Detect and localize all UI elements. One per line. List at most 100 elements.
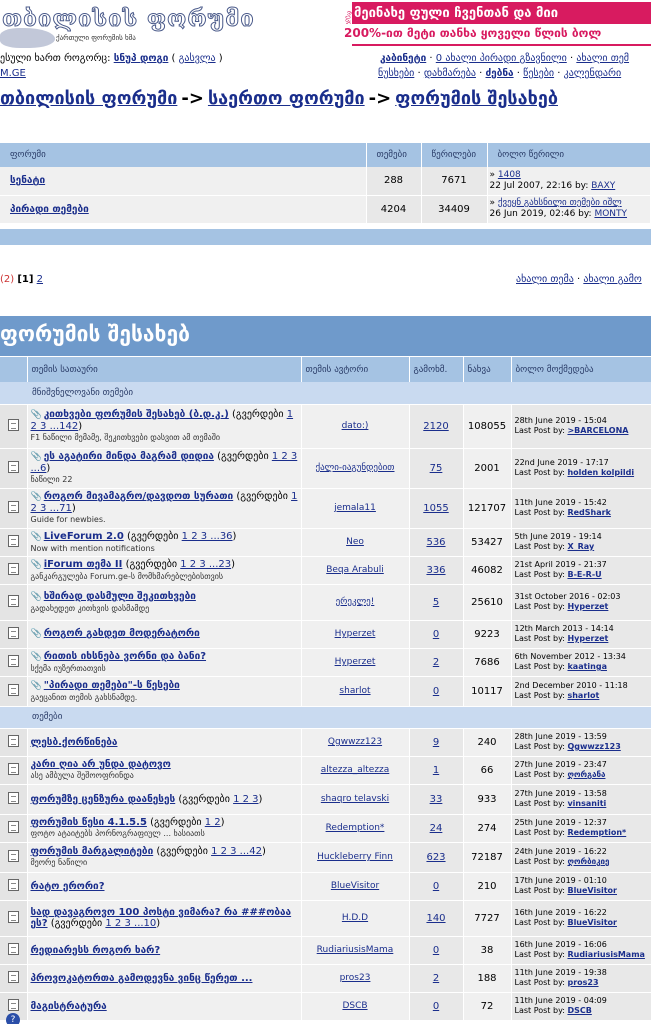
last-post-user-link[interactable]: holden kolpildi [567, 468, 634, 477]
last-post-user-link[interactable]: ღორბიკიე [567, 857, 609, 866]
topic-replies-link[interactable]: 0 [433, 629, 439, 640]
breadcrumb-general[interactable]: საერთო ფორუმი [208, 88, 365, 109]
topic-pages-links[interactable]: 1 2 3 ...36 [182, 531, 233, 542]
topic-replies-link[interactable]: 623 [426, 852, 445, 863]
topic-title-link[interactable]: რითის იხსნება ვორნი და ბანი? [44, 651, 206, 662]
topic-replies-link[interactable]: 1 [433, 765, 439, 776]
last-post-link[interactable]: ქვეყნ გახსნილი თემები იშლ [498, 198, 622, 208]
topic-title-link[interactable]: ხშირად დასმული შეკითხვები [44, 591, 196, 602]
last-post-user-link[interactable]: Qgwwzz123 [567, 742, 620, 751]
topic-replies-link[interactable]: 1055 [423, 503, 448, 514]
last-post-user-link[interactable]: DSCB [567, 1006, 591, 1015]
last-post-user-link[interactable]: Hyperzet [567, 602, 608, 611]
last-post-user-link[interactable]: X_Ray [567, 542, 594, 551]
topic-author-link[interactable]: jemala11 [334, 503, 376, 513]
last-post-user[interactable]: BAXY [591, 181, 615, 191]
rules-link[interactable]: წესები [523, 68, 554, 79]
topic-author-link[interactable]: DSCB [342, 1001, 367, 1011]
topic-pages-links[interactable]: 1 2 3 [233, 794, 258, 805]
last-post-user-link[interactable]: RudiariusisMama [567, 950, 644, 959]
new-topic-link[interactable]: ახალი თემა [516, 274, 574, 285]
topic-replies-link[interactable]: 140 [426, 913, 445, 924]
last-post-user-link[interactable]: Hyperzet [567, 634, 608, 643]
topic-pages-links[interactable]: 1 2 3 ...23 [180, 559, 231, 570]
topic-author-link[interactable]: shaqro telavski [321, 794, 389, 804]
topic-replies-link[interactable]: 0 [433, 1001, 439, 1012]
last-post-user-link[interactable]: Redemption* [567, 828, 626, 837]
topic-title-link[interactable]: რატო ერორი? [31, 881, 105, 892]
topic-author-link[interactable]: Beqa Arabuli [326, 565, 384, 575]
last-post-user-link[interactable]: >BARCELONA [567, 426, 628, 435]
topic-title-link[interactable]: როგორ მივამაგრო/დავდოთ სურათი [44, 491, 233, 502]
topic-author-link[interactable]: Neo [346, 537, 364, 547]
topic-replies-link[interactable]: 9 [433, 737, 439, 748]
topic-replies-link[interactable]: 336 [426, 565, 445, 576]
topic-replies-link[interactable]: 5 [433, 597, 439, 608]
last-post-user-link[interactable]: B-E-R-U [567, 570, 601, 579]
topic-author-link[interactable]: Hyperzet [335, 629, 376, 639]
last-post-user-link[interactable]: sharlot [567, 691, 599, 700]
new-topics-link[interactable]: ახალი თემ [576, 53, 629, 64]
topic-replies-link[interactable]: 2 [433, 973, 439, 984]
logout-link[interactable]: გასვლა [179, 53, 216, 64]
username-link[interactable]: სნუპ დოგი [114, 53, 169, 64]
topic-replies-link[interactable]: 75 [430, 463, 443, 474]
topic-author-link[interactable]: Qgwwzz123 [328, 737, 382, 747]
last-post-user-link[interactable]: vinsaniti [567, 799, 606, 808]
topic-replies-link[interactable]: 2 [433, 657, 439, 668]
topic-author-link[interactable]: dato:) [342, 421, 369, 431]
topic-pages-links[interactable]: 1 2 3 ...10 [105, 918, 156, 929]
calendar-link[interactable]: კალენდარი [564, 68, 622, 79]
lists-link[interactable]: ნუსხები [378, 68, 414, 79]
topic-title-link[interactable]: კარი ღია არ უნდა დატოვო [31, 759, 171, 770]
topic-author-link[interactable]: Hyperzet [335, 657, 376, 667]
topic-title-link[interactable]: ფორუმის მარგალიტები [31, 846, 154, 857]
topic-author-link[interactable]: altezza_altezza [321, 765, 390, 775]
topic-author-link[interactable]: pros23 [340, 973, 371, 983]
ad-banner[interactable]: რეკლამა მეინახე ფული ჩვენთან და მიი 200%… [338, 2, 651, 46]
site-logo[interactable]: თბილისის ფორუმი ქართული ფორუმის ხმა [0, 2, 254, 48]
last-post-user-link[interactable]: BlueVisitor [567, 886, 617, 895]
topic-author-link[interactable]: ქალი-იაგუნდებით [316, 463, 395, 473]
topic-author-link[interactable]: RudiariusisMama [317, 945, 394, 955]
last-post-user[interactable]: MONTY [594, 209, 627, 219]
last-post-user-link[interactable]: kaatinga [567, 662, 607, 671]
topic-title-link[interactable]: ლესბ.ქორწინება [31, 737, 118, 748]
page-2-link[interactable]: 2 [37, 274, 43, 285]
breadcrumb-home[interactable]: თბილისის ფორუმი [0, 88, 177, 109]
topic-replies-link[interactable]: 33 [430, 794, 443, 805]
topic-author-link[interactable]: H.D.D [342, 913, 368, 923]
topic-pages-links[interactable]: 1 2 3 ...42 [211, 846, 262, 857]
topic-pages-links[interactable]: 1 2 [205, 817, 221, 828]
search-link[interactable]: ძებნა [486, 68, 514, 79]
topic-title-link[interactable]: "პირადი თემები"-ს წესები [44, 680, 180, 691]
last-post-user-link[interactable]: ღორგანა [567, 770, 605, 779]
topic-author-link[interactable]: BlueVisitor [331, 881, 379, 891]
topic-replies-link[interactable]: 2120 [423, 421, 448, 432]
subforum-link[interactable]: სენატი [10, 175, 45, 186]
new-poll-link[interactable]: ახალი გამო [583, 274, 641, 285]
last-post-user-link[interactable]: BlueVisitor [567, 918, 617, 927]
last-post-user-link[interactable]: pros23 [567, 978, 598, 987]
help-link[interactable]: დახმარება [424, 68, 476, 79]
topic-replies-link[interactable]: 536 [426, 537, 445, 548]
last-post-link[interactable]: 1408 [498, 170, 521, 180]
topic-author-link[interactable]: Redemption* [326, 823, 385, 833]
topic-title-link[interactable]: iForum თემა II [44, 559, 123, 570]
breadcrumb-current[interactable]: ფორუმის შესახებ [395, 88, 558, 109]
topic-title-link[interactable]: ფორუმზე ცენზურა დაანესეს [31, 794, 176, 805]
last-post-user-link[interactable]: RedShark [567, 508, 610, 517]
topic-replies-link[interactable]: 0 [433, 881, 439, 892]
topic-replies-link[interactable]: 0 [433, 945, 439, 956]
site-domain-link[interactable]: M.GE [0, 68, 26, 79]
topic-replies-link[interactable]: 24 [430, 823, 443, 834]
topic-author-link[interactable]: Huckleberry Finn [317, 852, 393, 862]
topic-title-link[interactable]: პროვოკატორთა გამოდევნა ვინც წერეთ ... [31, 973, 253, 984]
new-pm-link[interactable]: 0 ახალი პირადი გზავნილი [436, 53, 567, 64]
subforum-link[interactable]: პირადი თემები [10, 204, 89, 215]
topic-author-link[interactable]: ერეკლე! [336, 597, 375, 607]
topic-title-link[interactable]: LiveForum 2.0 [44, 531, 124, 542]
cabinet-link[interactable]: კაბინეტი [380, 53, 426, 64]
topic-replies-link[interactable]: 0 [433, 686, 439, 697]
topic-title-link[interactable]: ეს აგატირი მინდა მაგრამ დიდია [44, 451, 214, 462]
